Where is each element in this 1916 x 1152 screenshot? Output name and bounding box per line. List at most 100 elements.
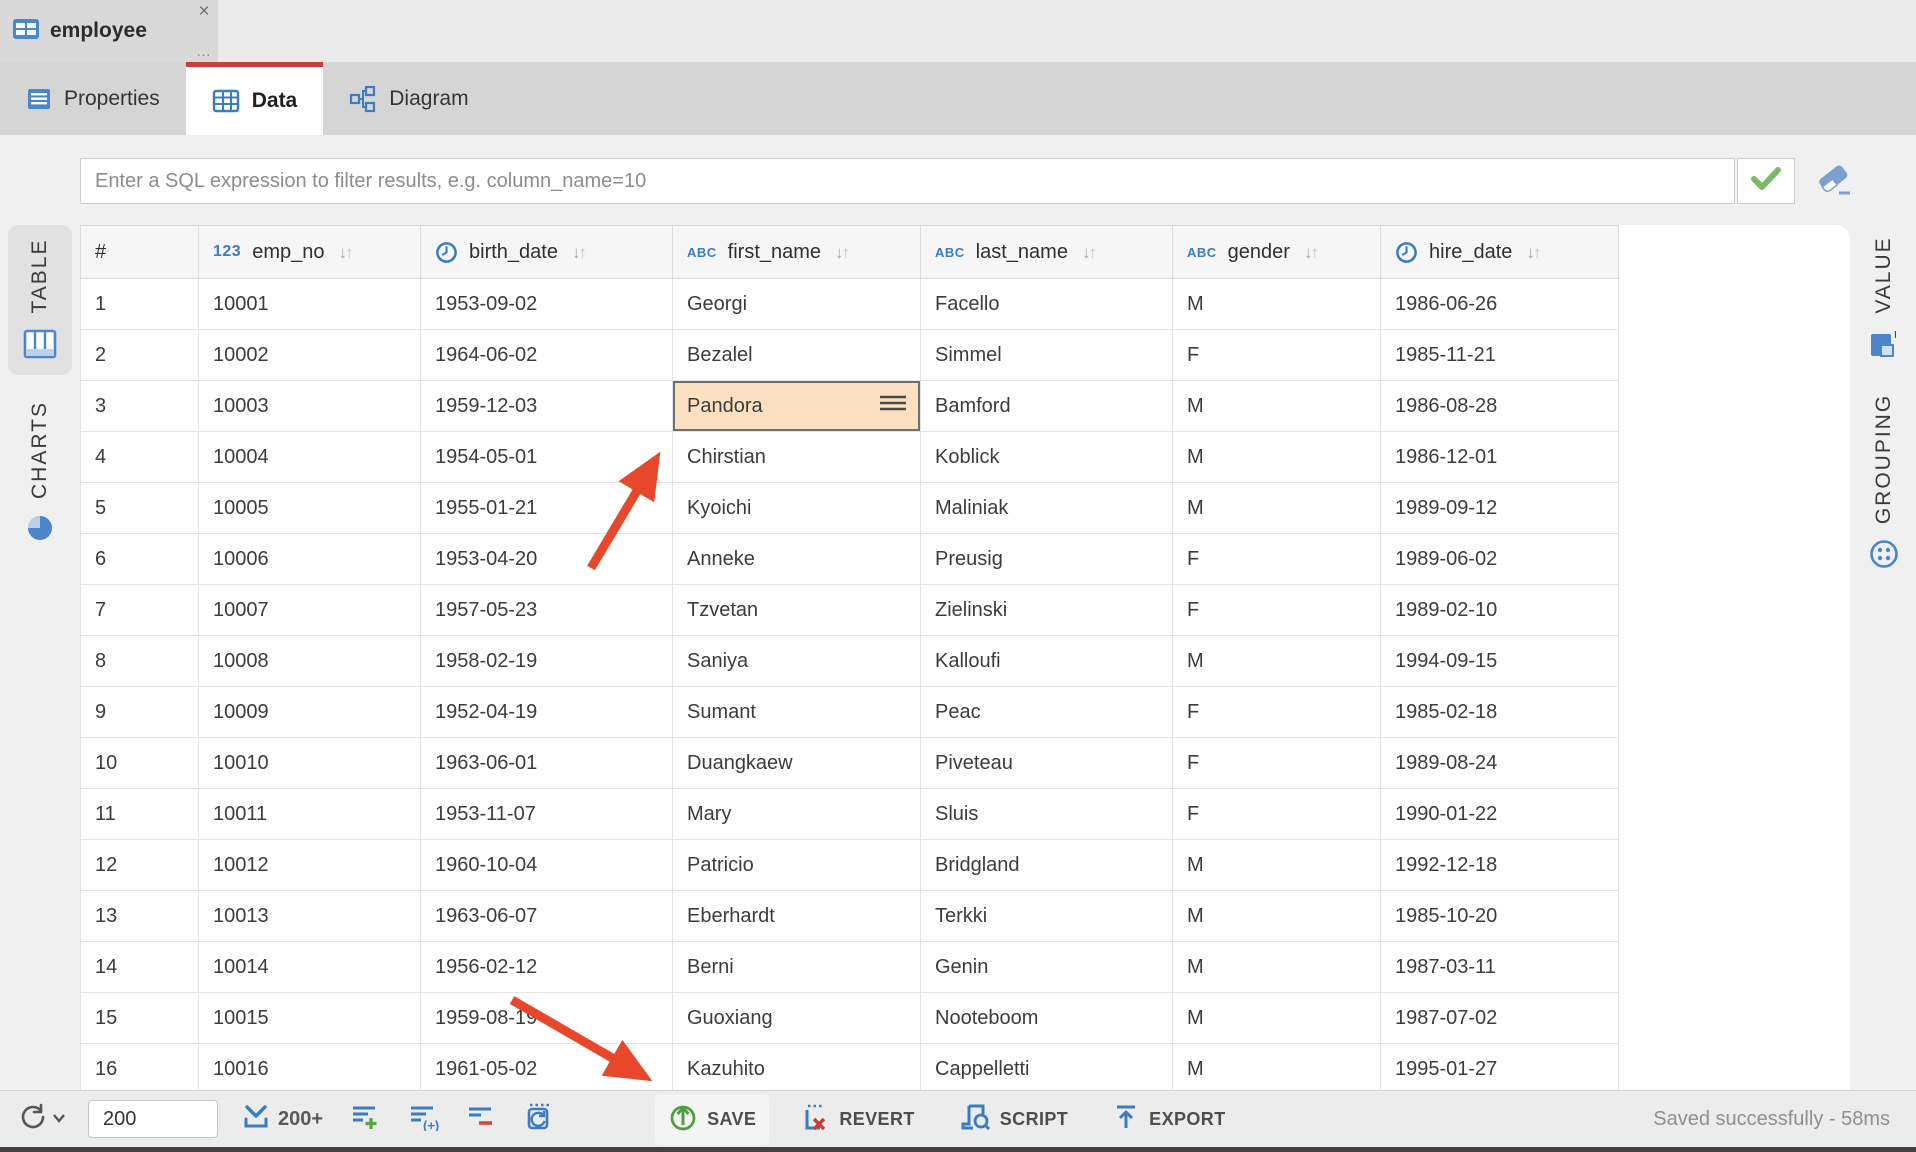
row-number-cell[interactable]: 1 bbox=[81, 279, 199, 330]
fetch-size-input[interactable] bbox=[88, 1100, 218, 1138]
grid-cell[interactable]: 1953-04-20 bbox=[421, 534, 673, 585]
grid-cell[interactable]: Anneke bbox=[673, 534, 921, 585]
grid-cell[interactable]: M bbox=[1173, 993, 1381, 1044]
grid-cell[interactable]: 1960-10-04 bbox=[421, 840, 673, 891]
grid-cell[interactable]: M bbox=[1173, 636, 1381, 687]
fetch-next-page-button[interactable]: 200+ bbox=[242, 1103, 323, 1136]
grid-cell[interactable]: Kyoichi bbox=[673, 483, 921, 534]
grid-cell[interactable]: Zielinski bbox=[921, 585, 1173, 636]
row-number-cell[interactable]: 5 bbox=[81, 483, 199, 534]
column-header-#[interactable]: # bbox=[81, 226, 199, 279]
grid-cell[interactable]: M bbox=[1173, 381, 1381, 432]
sort-icon[interactable]: ↓↑ bbox=[572, 244, 587, 261]
sort-icon[interactable]: ↓↑ bbox=[338, 244, 353, 261]
grid-cell[interactable]: 1989-06-02 bbox=[1381, 534, 1619, 585]
grid-cell[interactable]: Nooteboom bbox=[921, 993, 1173, 1044]
export-button[interactable]: EXPORT bbox=[1099, 1095, 1238, 1144]
grid-cell[interactable]: Berni bbox=[673, 942, 921, 993]
sidebar-item-grouping[interactable]: GROUPING bbox=[1854, 387, 1914, 577]
grid-cell[interactable]: M bbox=[1173, 1044, 1381, 1095]
grid-cell[interactable]: 10006 bbox=[199, 534, 421, 585]
grid-cell[interactable]: Georgi bbox=[673, 279, 921, 330]
grid-cell[interactable]: Cappelletti bbox=[921, 1044, 1173, 1095]
row-number-cell[interactable]: 10 bbox=[81, 738, 199, 789]
grid-cell[interactable]: Duangkaew bbox=[673, 738, 921, 789]
grid-cell[interactable]: M bbox=[1173, 279, 1381, 330]
grid-cell[interactable]: 1958-02-19 bbox=[421, 636, 673, 687]
clear-filter-button[interactable] bbox=[1812, 161, 1858, 203]
grid-cell[interactable]: Terkki bbox=[921, 891, 1173, 942]
row-number-cell[interactable]: 16 bbox=[81, 1044, 199, 1095]
grid-cell[interactable]: 10005 bbox=[199, 483, 421, 534]
grid-cell[interactable]: Eberhardt bbox=[673, 891, 921, 942]
row-number-cell[interactable]: 15 bbox=[81, 993, 199, 1044]
grid-cell[interactable]: 1956-02-12 bbox=[421, 942, 673, 993]
grid-cell[interactable]: 10008 bbox=[199, 636, 421, 687]
sidebar-item-charts[interactable]: CHARTS bbox=[8, 387, 72, 557]
duplicate-row-button[interactable]: (+) bbox=[409, 1103, 439, 1136]
grid-cell[interactable]: Simmel bbox=[921, 330, 1173, 381]
row-number-cell[interactable]: 8 bbox=[81, 636, 199, 687]
grid-cell[interactable]: 1994-09-15 bbox=[1381, 636, 1619, 687]
grid-cell[interactable]: Sumant bbox=[673, 687, 921, 738]
grid-cell[interactable]: 10003 bbox=[199, 381, 421, 432]
grid-cell[interactable]: Chirstian bbox=[673, 432, 921, 483]
row-number-cell[interactable]: 7 bbox=[81, 585, 199, 636]
row-number-cell[interactable]: 2 bbox=[81, 330, 199, 381]
refresh-structure-button[interactable] bbox=[525, 1102, 555, 1137]
column-header-gender[interactable]: ABCgender↓↑ bbox=[1173, 226, 1381, 279]
grid-cell[interactable]: F bbox=[1173, 534, 1381, 585]
grid-cell[interactable]: 1963-06-01 bbox=[421, 738, 673, 789]
grid-cell[interactable]: 1957-05-23 bbox=[421, 585, 673, 636]
grid-cell[interactable]: Guoxiang bbox=[673, 993, 921, 1044]
grid-cell[interactable]: 1989-02-10 bbox=[1381, 585, 1619, 636]
grid-cell[interactable]: 1964-06-02 bbox=[421, 330, 673, 381]
grid-cell[interactable]: 1955-01-21 bbox=[421, 483, 673, 534]
grid-cell[interactable]: Genin bbox=[921, 942, 1173, 993]
grid-cell[interactable]: Piveteau bbox=[921, 738, 1173, 789]
grid-cell[interactable]: Kazuhito bbox=[673, 1044, 921, 1095]
more-dots-icon[interactable]: … bbox=[196, 46, 212, 58]
row-number-cell[interactable]: 3 bbox=[81, 381, 199, 432]
grid-cell[interactable]: Bamford bbox=[921, 381, 1173, 432]
refresh-button[interactable] bbox=[18, 1102, 66, 1137]
grid-cell[interactable]: M bbox=[1173, 891, 1381, 942]
sort-icon[interactable]: ↓↑ bbox=[1304, 244, 1319, 261]
row-number-cell[interactable]: 9 bbox=[81, 687, 199, 738]
sql-filter-input[interactable] bbox=[80, 158, 1735, 204]
grid-cell[interactable]: 10015 bbox=[199, 993, 421, 1044]
sidebar-item-table[interactable]: TABLE bbox=[8, 225, 72, 375]
grid-cell[interactable]: F bbox=[1173, 687, 1381, 738]
doc-tab-employee[interactable]: employee × … bbox=[0, 0, 218, 62]
grid-cell[interactable]: 10009 bbox=[199, 687, 421, 738]
grid-cell[interactable]: 10013 bbox=[199, 891, 421, 942]
row-number-cell[interactable]: 11 bbox=[81, 789, 199, 840]
add-row-button[interactable] bbox=[351, 1103, 379, 1136]
grid-cell[interactable]: 1995-01-27 bbox=[1381, 1044, 1619, 1095]
grid-cell[interactable]: Bridgland bbox=[921, 840, 1173, 891]
grid-cell[interactable]: F bbox=[1173, 585, 1381, 636]
row-number-cell[interactable]: 12 bbox=[81, 840, 199, 891]
row-number-cell[interactable]: 14 bbox=[81, 942, 199, 993]
grid-cell[interactable]: Koblick bbox=[921, 432, 1173, 483]
grid-cell[interactable]: 1986-12-01 bbox=[1381, 432, 1619, 483]
delete-row-button[interactable] bbox=[467, 1103, 495, 1136]
column-header-first_name[interactable]: ABCfirst_name↓↑ bbox=[673, 226, 921, 279]
grid-cell[interactable]: 1959-12-03 bbox=[421, 381, 673, 432]
row-number-cell[interactable]: 6 bbox=[81, 534, 199, 585]
grid-cell[interactable]: F bbox=[1173, 789, 1381, 840]
grid-cell[interactable]: 1953-11-07 bbox=[421, 789, 673, 840]
tab-properties[interactable]: Properties bbox=[0, 62, 186, 135]
grid-cell[interactable]: 1989-08-24 bbox=[1381, 738, 1619, 789]
grid-cell[interactable]: Sluis bbox=[921, 789, 1173, 840]
tab-diagram[interactable]: Diagram bbox=[323, 62, 494, 135]
grid-cell[interactable]: 1963-06-07 bbox=[421, 891, 673, 942]
save-button[interactable]: SAVE bbox=[655, 1094, 769, 1145]
grid-cell[interactable]: 1961-05-02 bbox=[421, 1044, 673, 1095]
grid-cell[interactable]: 10016 bbox=[199, 1044, 421, 1095]
grid-cell[interactable]: 1986-06-26 bbox=[1381, 279, 1619, 330]
grid-cell[interactable]: Maliniak bbox=[921, 483, 1173, 534]
grid-cell[interactable]: Patricio bbox=[673, 840, 921, 891]
row-number-cell[interactable]: 4 bbox=[81, 432, 199, 483]
grid-cell[interactable]: 10001 bbox=[199, 279, 421, 330]
